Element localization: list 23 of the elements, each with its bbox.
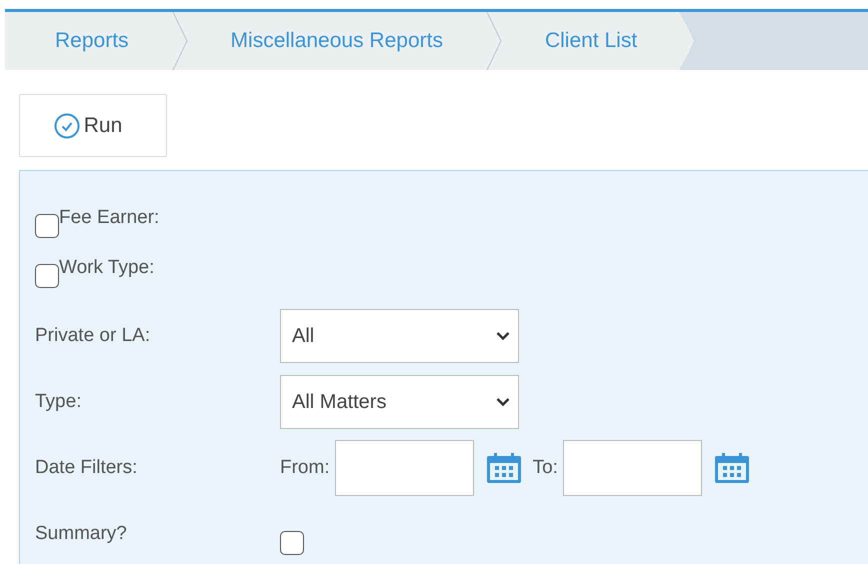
field-label: Private or LA: <box>35 325 152 347</box>
dropdown[interactable]: All <box>280 309 519 363</box>
field-label: From: <box>280 457 330 479</box>
check-circle-icon <box>54 112 80 138</box>
checkbox[interactable] <box>280 531 304 555</box>
field-label: Summary? <box>35 523 128 545</box>
calendar-icon[interactable] <box>714 452 750 484</box>
chevron-down-icon <box>496 331 510 341</box>
date-field[interactable] <box>562 440 702 496</box>
field-label: Date Filters: <box>35 457 138 479</box>
date-field[interactable] <box>334 440 474 496</box>
chevron-down-icon <box>496 397 510 407</box>
field-label: Fee Earner: <box>59 207 160 229</box>
field-label: Work Type: <box>59 257 154 279</box>
checkbox[interactable] <box>35 264 59 288</box>
run-button[interactable]: Run <box>19 94 167 157</box>
chevron-separator <box>484 12 503 70</box>
field-label: To: <box>532 457 558 479</box>
field-label: Type: <box>35 391 82 413</box>
checkbox[interactable] <box>35 214 59 238</box>
dropdown[interactable]: All Matters <box>280 375 519 429</box>
calendar-icon[interactable] <box>486 452 522 484</box>
chevron-separator <box>170 12 189 70</box>
